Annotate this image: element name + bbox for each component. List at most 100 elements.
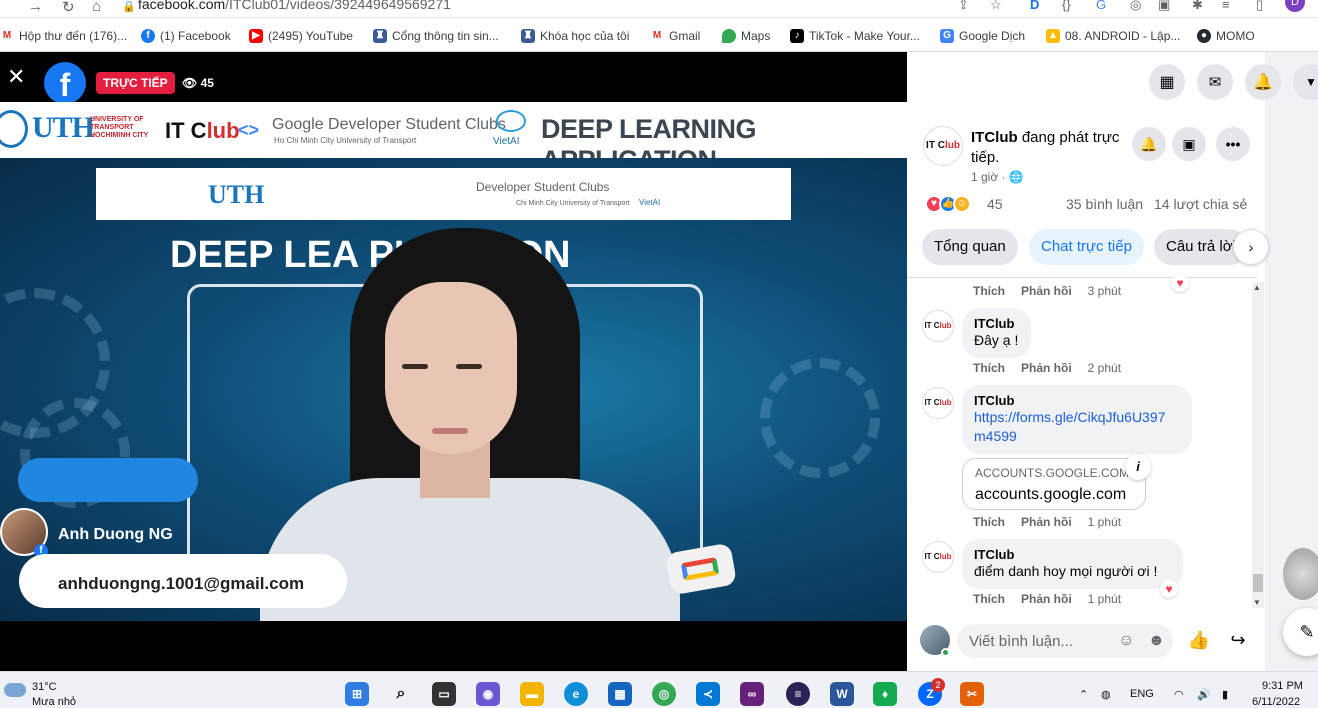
close-icon[interactable]: ✕ (7, 66, 25, 88)
reply-link[interactable]: Phản hồi (1021, 592, 1072, 606)
volume-icon[interactable]: 🔊 (1197, 688, 1211, 701)
comment-time[interactable]: 3 phút (1088, 284, 1121, 298)
sidepanel-icon[interactable]: ▯ (1256, 0, 1263, 13)
page-name[interactable]: ITClub (971, 129, 1018, 146)
start-icon[interactable]: ⊞ (345, 682, 369, 706)
clock-date[interactable]: 6/11/2022 (1252, 696, 1300, 708)
messenger-icon[interactable]: ✉ (1197, 64, 1233, 100)
edge-icon[interactable]: e (564, 682, 588, 706)
weather-icon[interactable] (4, 683, 26, 697)
clock-time[interactable]: 9:31 PM (1262, 680, 1303, 692)
reaction-count[interactable]: 45 (987, 196, 1003, 212)
vscode-icon[interactable]: ≺ (696, 682, 720, 706)
lock-icon[interactable]: 🔒 (122, 0, 136, 13)
post-time[interactable]: 1 giờ · 🌐 (971, 170, 1024, 184)
comments-count[interactable]: 35 bình luận (1066, 196, 1143, 212)
bookmark-item[interactable]: ♜ Cổng thông tin sin... (373, 27, 499, 45)
reply-link[interactable]: Phản hồi (1021, 515, 1072, 529)
extension-icon[interactable]: D (1030, 0, 1039, 12)
weather-temperature[interactable]: 31°C (32, 681, 57, 693)
bookmark-item[interactable]: Maps (722, 27, 770, 45)
scrollbar-thumb[interactable] (1253, 574, 1263, 592)
more-options-button[interactable]: ••• (1216, 127, 1250, 161)
task-view-icon[interactable]: ▭ (432, 682, 456, 706)
weather-condition[interactable]: Mưa nhỏ (32, 696, 76, 708)
menu-grid-icon[interactable]: ▦ (1149, 64, 1185, 100)
like-link[interactable]: Thích (973, 361, 1005, 375)
video-player[interactable]: ✕ f TRỰC TIẾP 👁 45 UTH UNIVERSITY OF TRA… (0, 52, 907, 671)
comment-author[interactable]: ITClub (974, 547, 1171, 562)
chevron-right-icon[interactable]: › (1233, 229, 1269, 265)
reload-icon[interactable]: ↻ (62, 0, 75, 16)
word-icon[interactable]: W (830, 682, 854, 706)
comment-link[interactable]: m4599 (974, 427, 1180, 446)
tab-live-chat[interactable]: Chat trực tiếp (1029, 229, 1144, 265)
bookmark-item[interactable]: ▶ (2495) YouTube (249, 27, 353, 45)
file-explorer-icon[interactable]: ▬ (520, 682, 544, 706)
sticker-icon[interactable]: ☻ (1148, 632, 1165, 650)
haha-reaction-icon[interactable]: ☺ (953, 195, 971, 213)
language-indicator[interactable]: ENG (1130, 688, 1154, 700)
bookmark-item[interactable]: ♪ TikTok - Make Your... (790, 27, 920, 45)
facebook-logo-icon[interactable]: f (44, 62, 86, 104)
bookmark-item[interactable]: M Gmail (650, 27, 700, 45)
scroll-up-icon[interactable]: ▲ (1253, 283, 1261, 292)
contact-thumbnail[interactable] (1283, 548, 1318, 600)
like-button[interactable]: 👍 (1182, 623, 1216, 657)
comment-avatar[interactable]: IT Club (922, 310, 954, 342)
page-avatar[interactable]: IT Club (923, 126, 963, 166)
comment-time[interactable]: 2 phút (1088, 361, 1121, 375)
comment-avatar[interactable]: IT Club (922, 541, 954, 573)
bookmark-item[interactable]: M Hộp thư đến (176)... (0, 27, 127, 45)
store-icon[interactable]: ▦ (608, 682, 632, 706)
app-tray-icon[interactable]: ◍ (1101, 688, 1111, 701)
bookmark-item[interactable]: G Google Dịch (940, 27, 1025, 45)
bookmark-item[interactable]: ♜ Khóa học của tôi (521, 27, 629, 45)
reply-link[interactable]: Phản hồi (1021, 361, 1072, 375)
extension-icon[interactable]: {} (1062, 0, 1071, 12)
forward-icon[interactable]: → (28, 0, 43, 15)
bookmark-item[interactable]: ▲ 08. ANDROID - Lập... (1046, 27, 1180, 45)
info-icon[interactable]: i (1125, 454, 1151, 480)
comment-author[interactable]: ITClub (974, 393, 1180, 408)
visual-studio-icon[interactable]: ∞ (740, 682, 764, 706)
url-field[interactable]: facebook.com/ITClub01/videos/39244964956… (138, 0, 451, 12)
extension-icon[interactable]: ◎ (1130, 0, 1141, 13)
battery-icon[interactable]: ▮ (1222, 688, 1228, 701)
comment-author[interactable]: ITClub (974, 316, 1019, 331)
scroll-down-icon[interactable]: ▼ (1253, 598, 1261, 607)
extension-icon[interactable]: ▣ (1158, 0, 1170, 13)
share-button[interactable]: ↪ (1221, 623, 1255, 657)
reply-link[interactable]: Phản hồi (1021, 284, 1072, 298)
chevron-up-icon[interactable]: ⌃ (1079, 688, 1088, 701)
profile-avatar[interactable]: D (1285, 0, 1305, 12)
link-preview-card[interactable]: ACCOUNTS.GOOGLE.COM accounts.google.com (962, 458, 1146, 510)
star-icon[interactable]: ☆ (990, 0, 1002, 13)
playlist-icon[interactable]: ≡ (1222, 0, 1230, 12)
like-link[interactable]: Thích (973, 515, 1005, 529)
mongodb-icon[interactable]: ♦ (873, 682, 897, 706)
notifications-icon[interactable]: 🔔 (1245, 64, 1281, 100)
emoji-icon[interactable]: ☺ (1118, 632, 1134, 650)
eclipse-icon[interactable]: ≡ (786, 682, 810, 706)
chat-scrollbar[interactable] (1252, 282, 1264, 608)
translate-icon[interactable]: G (1096, 0, 1106, 12)
heart-reaction-icon[interactable]: ♥ (1160, 580, 1178, 598)
comment-link[interactable]: https://forms.gle/CikqJfu6U397 (974, 408, 1180, 427)
chrome-icon[interactable]: ◎ (652, 682, 676, 706)
share-icon[interactable]: ⇪ (958, 0, 969, 13)
wifi-icon[interactable]: ◠ (1174, 688, 1184, 701)
home-icon[interactable]: ⌂ (92, 0, 101, 15)
chat-icon[interactable]: ◉ (476, 682, 500, 706)
tab-overview[interactable]: Tổng quan (922, 229, 1018, 265)
like-link[interactable]: Thích (973, 592, 1005, 606)
comment-time[interactable]: 1 phút (1088, 592, 1121, 606)
save-button[interactable]: ▣ (1172, 127, 1206, 161)
bookmark-item[interactable]: f (1) Facebook (141, 27, 231, 45)
shares-count[interactable]: 14 lượt chia sẻ (1154, 196, 1247, 212)
bookmark-item[interactable]: ● MOMO (1197, 27, 1255, 45)
follow-bell-button[interactable]: 🔔 (1132, 127, 1166, 161)
like-link[interactable]: Thích (973, 284, 1005, 298)
puzzle-icon[interactable]: ✱ (1192, 0, 1203, 13)
search-icon[interactable]: ⌕ (389, 682, 413, 706)
